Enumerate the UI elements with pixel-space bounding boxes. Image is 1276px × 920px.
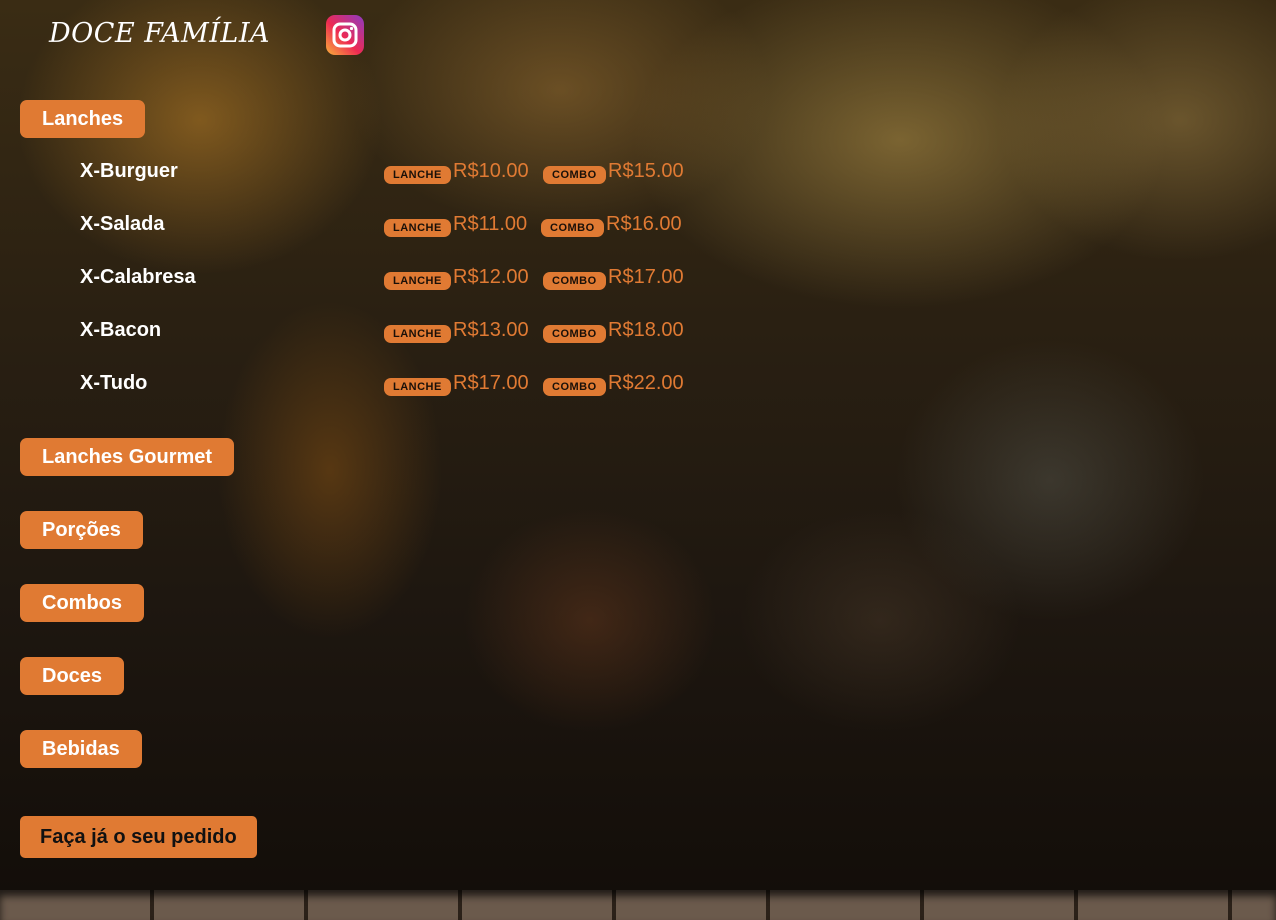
wooden-table-edge: [0, 890, 1276, 920]
lanche-price: R$11.00: [453, 213, 528, 235]
lanche-tag: LANCHE: [384, 378, 451, 396]
lanche-price: R$13.00: [453, 319, 529, 341]
lanche-price: R$17.00: [453, 372, 529, 394]
lanche-price: R$12.00: [453, 266, 529, 288]
lanche-tag: LANCHE: [384, 166, 451, 184]
combo-tag: COMBO: [541, 219, 604, 237]
combo-price: R$15.00: [608, 160, 684, 182]
menu-item-name: X-Salada: [80, 213, 165, 235]
brand-logo: DOCE FAMÍLIA: [49, 18, 271, 49]
menu-item-name: X-Tudo: [80, 372, 148, 394]
combo-price: R$16.00: [606, 213, 682, 235]
combo-price: R$18.00: [608, 319, 684, 341]
lanche-price: R$10.00: [453, 160, 529, 182]
category-porcoes-button[interactable]: Porções: [20, 511, 143, 549]
instagram-icon[interactable]: [326, 15, 364, 55]
combo-tag: COMBO: [543, 166, 606, 184]
menu-item-name: X-Bacon: [80, 319, 162, 341]
combo-tag: COMBO: [543, 325, 606, 343]
combo-tag: COMBO: [543, 378, 606, 396]
lanche-tag: LANCHE: [384, 325, 451, 343]
place-order-button[interactable]: Faça já o seu pedido: [20, 816, 257, 858]
combo-price: R$17.00: [608, 266, 684, 288]
category-lanches-button[interactable]: Lanches: [20, 100, 146, 138]
combo-tag: COMBO: [543, 272, 606, 290]
lanche-tag: LANCHE: [384, 219, 451, 237]
category-bebidas-button[interactable]: Bebidas: [20, 730, 142, 768]
category-combos-button[interactable]: Combos: [20, 584, 144, 622]
combo-price: R$22.00: [608, 372, 684, 394]
category-lanches-gourmet-button[interactable]: Lanches Gourmet: [20, 438, 235, 476]
category-doces-button[interactable]: Doces: [20, 657, 125, 695]
menu-item-name: X-Calabresa: [80, 266, 196, 288]
menu-item-name: X-Burguer: [80, 160, 178, 182]
lanche-tag: LANCHE: [384, 272, 451, 290]
